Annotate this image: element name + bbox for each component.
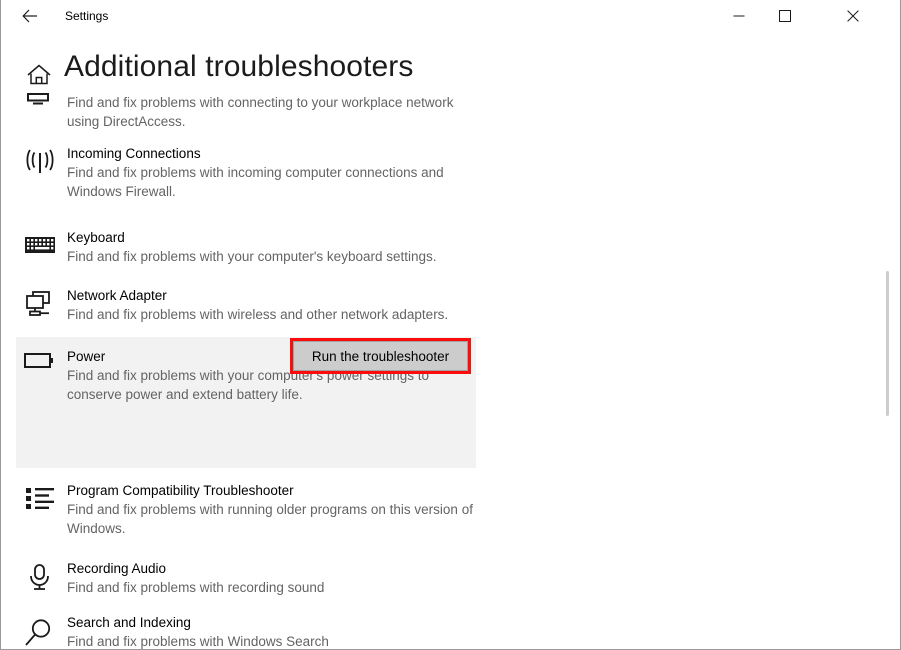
network-adapter-icon [23, 290, 59, 320]
keyboard-glyph-icon [25, 237, 55, 253]
minimize-button[interactable] [716, 0, 762, 31]
list-item[interactable]: Recording Audio Find and fix problems wi… [16, 559, 476, 609]
keyboard-icon [23, 232, 59, 262]
list-item[interactable]: Keyboard Find and fix problems with your… [16, 228, 476, 278]
minimize-icon [733, 15, 745, 16]
title-bar: Settings [1, 0, 900, 33]
list-item-description: Find and fix problems with recording sou… [67, 580, 325, 595]
list-item-title: Search and Indexing [67, 615, 191, 630]
list-item-title: Network Adapter [67, 288, 167, 303]
list-item-description: Find and fix problems with Windows Searc… [67, 634, 329, 649]
microphone-glyph-icon [30, 564, 49, 590]
list-item-title: Recording Audio [67, 561, 167, 576]
close-button[interactable] [830, 0, 876, 31]
list-item-description: Find and fix problems with connecting to… [67, 95, 454, 129]
list-item-description: Find and fix problems with wireless and … [67, 307, 449, 322]
close-icon [847, 9, 859, 22]
list-icon [23, 485, 59, 515]
list-item[interactable]: Incoming Connections Find and fix proble… [16, 144, 476, 212]
list-item[interactable]: Find and fix problems with connecting to… [16, 81, 476, 134]
battery-glyph-icon [24, 353, 53, 368]
page-title: Additional troubleshooters [64, 50, 414, 83]
run-troubleshooter-button[interactable]: Run the troubleshooter [293, 341, 468, 371]
maximize-button[interactable] [762, 0, 808, 31]
maximize-icon [779, 9, 791, 22]
search-icon [23, 617, 59, 647]
scrollbar-thumb[interactable] [886, 271, 889, 416]
app-title: Settings [65, 9, 109, 23]
list-item-title: Keyboard [67, 230, 125, 245]
back-button[interactable] [9, 0, 51, 32]
broadcast-icon [23, 148, 59, 178]
battery-icon [23, 350, 59, 380]
list-item[interactable]: Search and Indexing Find and fix problem… [16, 613, 476, 649]
settings-window: Settings Additional troubleshooters Find… [0, 0, 901, 650]
list-item-title: Program Compatibility Troubleshooter [67, 483, 294, 498]
back-arrow-icon [22, 9, 37, 23]
list-item-description: Find and fix problems with running older… [67, 502, 473, 536]
list-item-description: Find and fix problems with incoming comp… [67, 165, 444, 199]
broadcast-glyph-icon [26, 149, 54, 173]
list-item-title: Incoming Connections [67, 146, 201, 161]
list-item[interactable]: Network Adapter Find and fix problems wi… [16, 286, 476, 336]
list-glyph-icon [26, 487, 54, 509]
run-troubleshooter-highlight: Run the troubleshooter [290, 338, 471, 374]
list-item-description: Find and fix problems with your computer… [67, 249, 437, 264]
directaccess-glyph-icon [27, 93, 49, 105]
vertical-scrollbar[interactable] [881, 33, 895, 648]
directaccess-icon [23, 93, 59, 123]
list-item[interactable]: Program Compatibility Troubleshooter Fin… [16, 481, 476, 549]
microphone-icon [23, 563, 59, 593]
network-adapter-glyph-icon [26, 291, 50, 316]
search-glyph-icon [25, 619, 51, 646]
